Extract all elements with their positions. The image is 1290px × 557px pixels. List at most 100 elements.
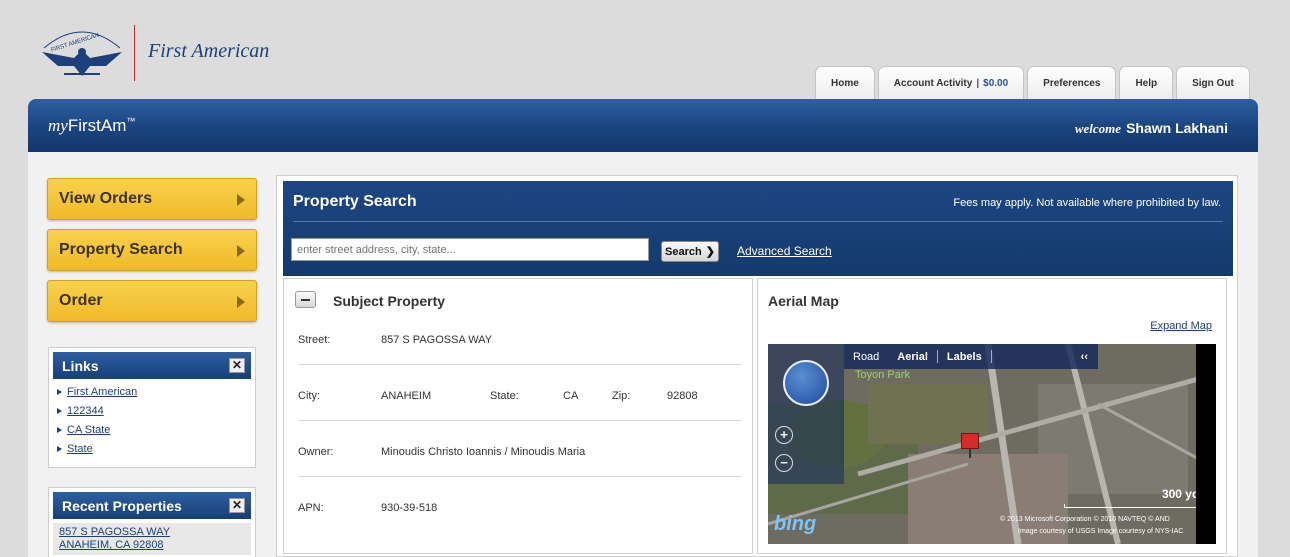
tab-help[interactable]: Help: [1119, 66, 1174, 100]
property-search-input[interactable]: [291, 238, 649, 261]
links-widget-header: Links ✕: [53, 352, 251, 379]
tab-account-activity[interactable]: Account Activity | $0.00: [877, 66, 1025, 100]
map-place-label: Toyon Park: [855, 369, 911, 381]
street-label: Street:: [298, 334, 331, 346]
map-option-labels[interactable]: Labels: [938, 351, 991, 363]
map-option-road[interactable]: Road: [844, 351, 888, 363]
tab-separator: |: [976, 78, 980, 89]
logo-divider: [134, 25, 135, 81]
owner-row: Owner: Minoudis Christo Ioannis / Minoud…: [298, 421, 742, 477]
trademark: ™: [126, 116, 136, 126]
nav-button-label: Property Search: [59, 241, 183, 258]
eagle-seal-icon: FIRST AMERICAN: [42, 31, 122, 76]
order-button[interactable]: Order: [47, 280, 257, 322]
map-edge: [1196, 344, 1216, 544]
collapse-bar-icon[interactable]: ‹‹: [1081, 351, 1088, 363]
bullet-icon: [57, 445, 62, 452]
link-state[interactable]: State: [67, 443, 93, 455]
map-option-aerial[interactable]: Aerial: [888, 351, 937, 363]
main-panel: Property Search Fees may apply. Not avai…: [276, 175, 1238, 557]
welcome-message: welcome Shawn Lakhani: [1075, 120, 1228, 137]
divider: [990, 350, 992, 363]
list-item: State: [57, 439, 251, 458]
list-item: First American: [57, 382, 251, 401]
aerial-map-title: Aerial Map: [768, 293, 839, 309]
welcome-text: welcome: [1074, 121, 1122, 136]
top-navigation-tabs: Home Account Activity | $0.00 Preference…: [815, 66, 1250, 100]
city-label: City:: [298, 390, 320, 402]
tab-label: Preferences: [1043, 78, 1101, 89]
tab-preferences[interactable]: Preferences: [1027, 66, 1117, 100]
fees-notice: Fees may apply. Not available where proh…: [953, 197, 1221, 209]
search-button[interactable]: Search ❯: [661, 241, 719, 262]
map-image-credit: Image courtesy of USGS Image courtesy of…: [1018, 528, 1184, 535]
app-header: myFirstAm™ welcome Shawn Lakhani: [28, 99, 1258, 152]
bullet-icon: [57, 407, 62, 414]
map-scale: 300 yds: [1064, 487, 1206, 508]
seal-text: FIRST AMERICAN: [50, 33, 100, 54]
first-american-logo[interactable]: FIRST AMERICAN First American: [34, 22, 294, 84]
link-first-american[interactable]: First American: [67, 386, 137, 398]
scale-bar: [1064, 504, 1206, 508]
links-list: First American 122344 CA State State: [53, 379, 251, 460]
zip-value: 92808: [667, 390, 698, 402]
tab-label: Help: [1135, 78, 1158, 89]
pan-compass-icon[interactable]: [783, 360, 829, 406]
chevron-right-icon: ❯: [705, 246, 715, 258]
bullet-icon: [57, 426, 62, 433]
recent-properties-header: Recent Properties ✕: [53, 492, 251, 519]
list-item: CA State: [57, 420, 251, 439]
arrow-right-icon: [237, 194, 245, 206]
recent-properties-widget: Recent Properties ✕ 857 S PAGOSSA WAY AN…: [48, 487, 256, 557]
link-122344[interactable]: 122344: [67, 405, 104, 417]
owner-value: Minoudis Christo Ioannis / Minoudis Mari…: [381, 446, 586, 458]
app-title-prefix: my: [48, 116, 68, 135]
view-orders-button[interactable]: View Orders: [47, 178, 257, 220]
zoom-out-icon[interactable]: −: [775, 454, 793, 472]
apn-row: APN: 930-39-518: [298, 477, 742, 533]
map-type-bar: Road Aerial Labels ‹‹: [844, 344, 1098, 369]
map-controls: + −: [768, 344, 844, 484]
nav-button-label: Order: [59, 292, 103, 309]
aerial-map-panel: Aerial Map Expand Map + − Road Aerial La…: [757, 278, 1227, 554]
property-search-bar: Property Search Fees may apply. Not avai…: [283, 181, 1233, 276]
location-pin-icon[interactable]: [961, 433, 979, 458]
state-label: State:: [490, 390, 519, 402]
tab-home[interactable]: Home: [815, 66, 875, 100]
app-title-name: FirstAm: [67, 116, 127, 135]
close-icon[interactable]: ✕: [229, 358, 245, 373]
recent-properties-title: Recent Properties: [62, 497, 182, 514]
nav-button-label: View Orders: [59, 190, 153, 207]
collapse-icon[interactable]: [295, 291, 316, 308]
arrow-right-icon: [237, 245, 245, 257]
property-search-button[interactable]: Property Search: [47, 229, 257, 271]
tab-sign-out[interactable]: Sign Out: [1176, 66, 1250, 100]
close-icon[interactable]: ✕: [229, 498, 245, 513]
zip-label: Zip:: [612, 390, 631, 402]
links-widget: Links ✕ First American 122344 CA State S…: [48, 347, 256, 468]
apn-value: 930-39-518: [381, 502, 438, 514]
bullet-icon: [57, 388, 62, 395]
zoom-in-icon[interactable]: +: [775, 426, 793, 444]
bing-logo: bing: [774, 513, 817, 535]
property-search-title: Property Search: [293, 193, 417, 210]
user-name: Shawn Lakhani: [1126, 120, 1228, 136]
search-button-label: Search: [665, 245, 702, 258]
arrow-right-icon: [237, 296, 245, 308]
advanced-search-link[interactable]: Advanced Search: [737, 244, 832, 258]
content-area: View Orders Property Search Order Links …: [28, 152, 1258, 557]
expand-map-link[interactable]: Expand Map: [1150, 320, 1212, 332]
account-balance: $0.00: [983, 78, 1009, 89]
recent-property-city[interactable]: ANAHEIM, CA 92808: [59, 539, 245, 552]
state-value: CA: [563, 390, 579, 402]
map-copyright: © 2013 Microsoft Corporation © 2010 NAVT…: [1000, 516, 1170, 523]
city-value: ANAHEIM: [381, 390, 432, 402]
list-item: 122344: [57, 401, 251, 420]
aerial-map[interactable]: + − Road Aerial Labels ‹‹ Toyon Park 300…: [768, 344, 1216, 544]
subject-property-title: Subject Property: [333, 293, 446, 309]
recent-property-address[interactable]: 857 S PAGOSSA WAY: [59, 526, 245, 539]
link-ca-state[interactable]: CA State: [67, 424, 110, 436]
apn-label: APN:: [298, 502, 324, 514]
recent-property-item[interactable]: 857 S PAGOSSA WAY ANAHEIM, CA 92808: [53, 523, 251, 555]
tab-label: Sign Out: [1192, 78, 1234, 89]
